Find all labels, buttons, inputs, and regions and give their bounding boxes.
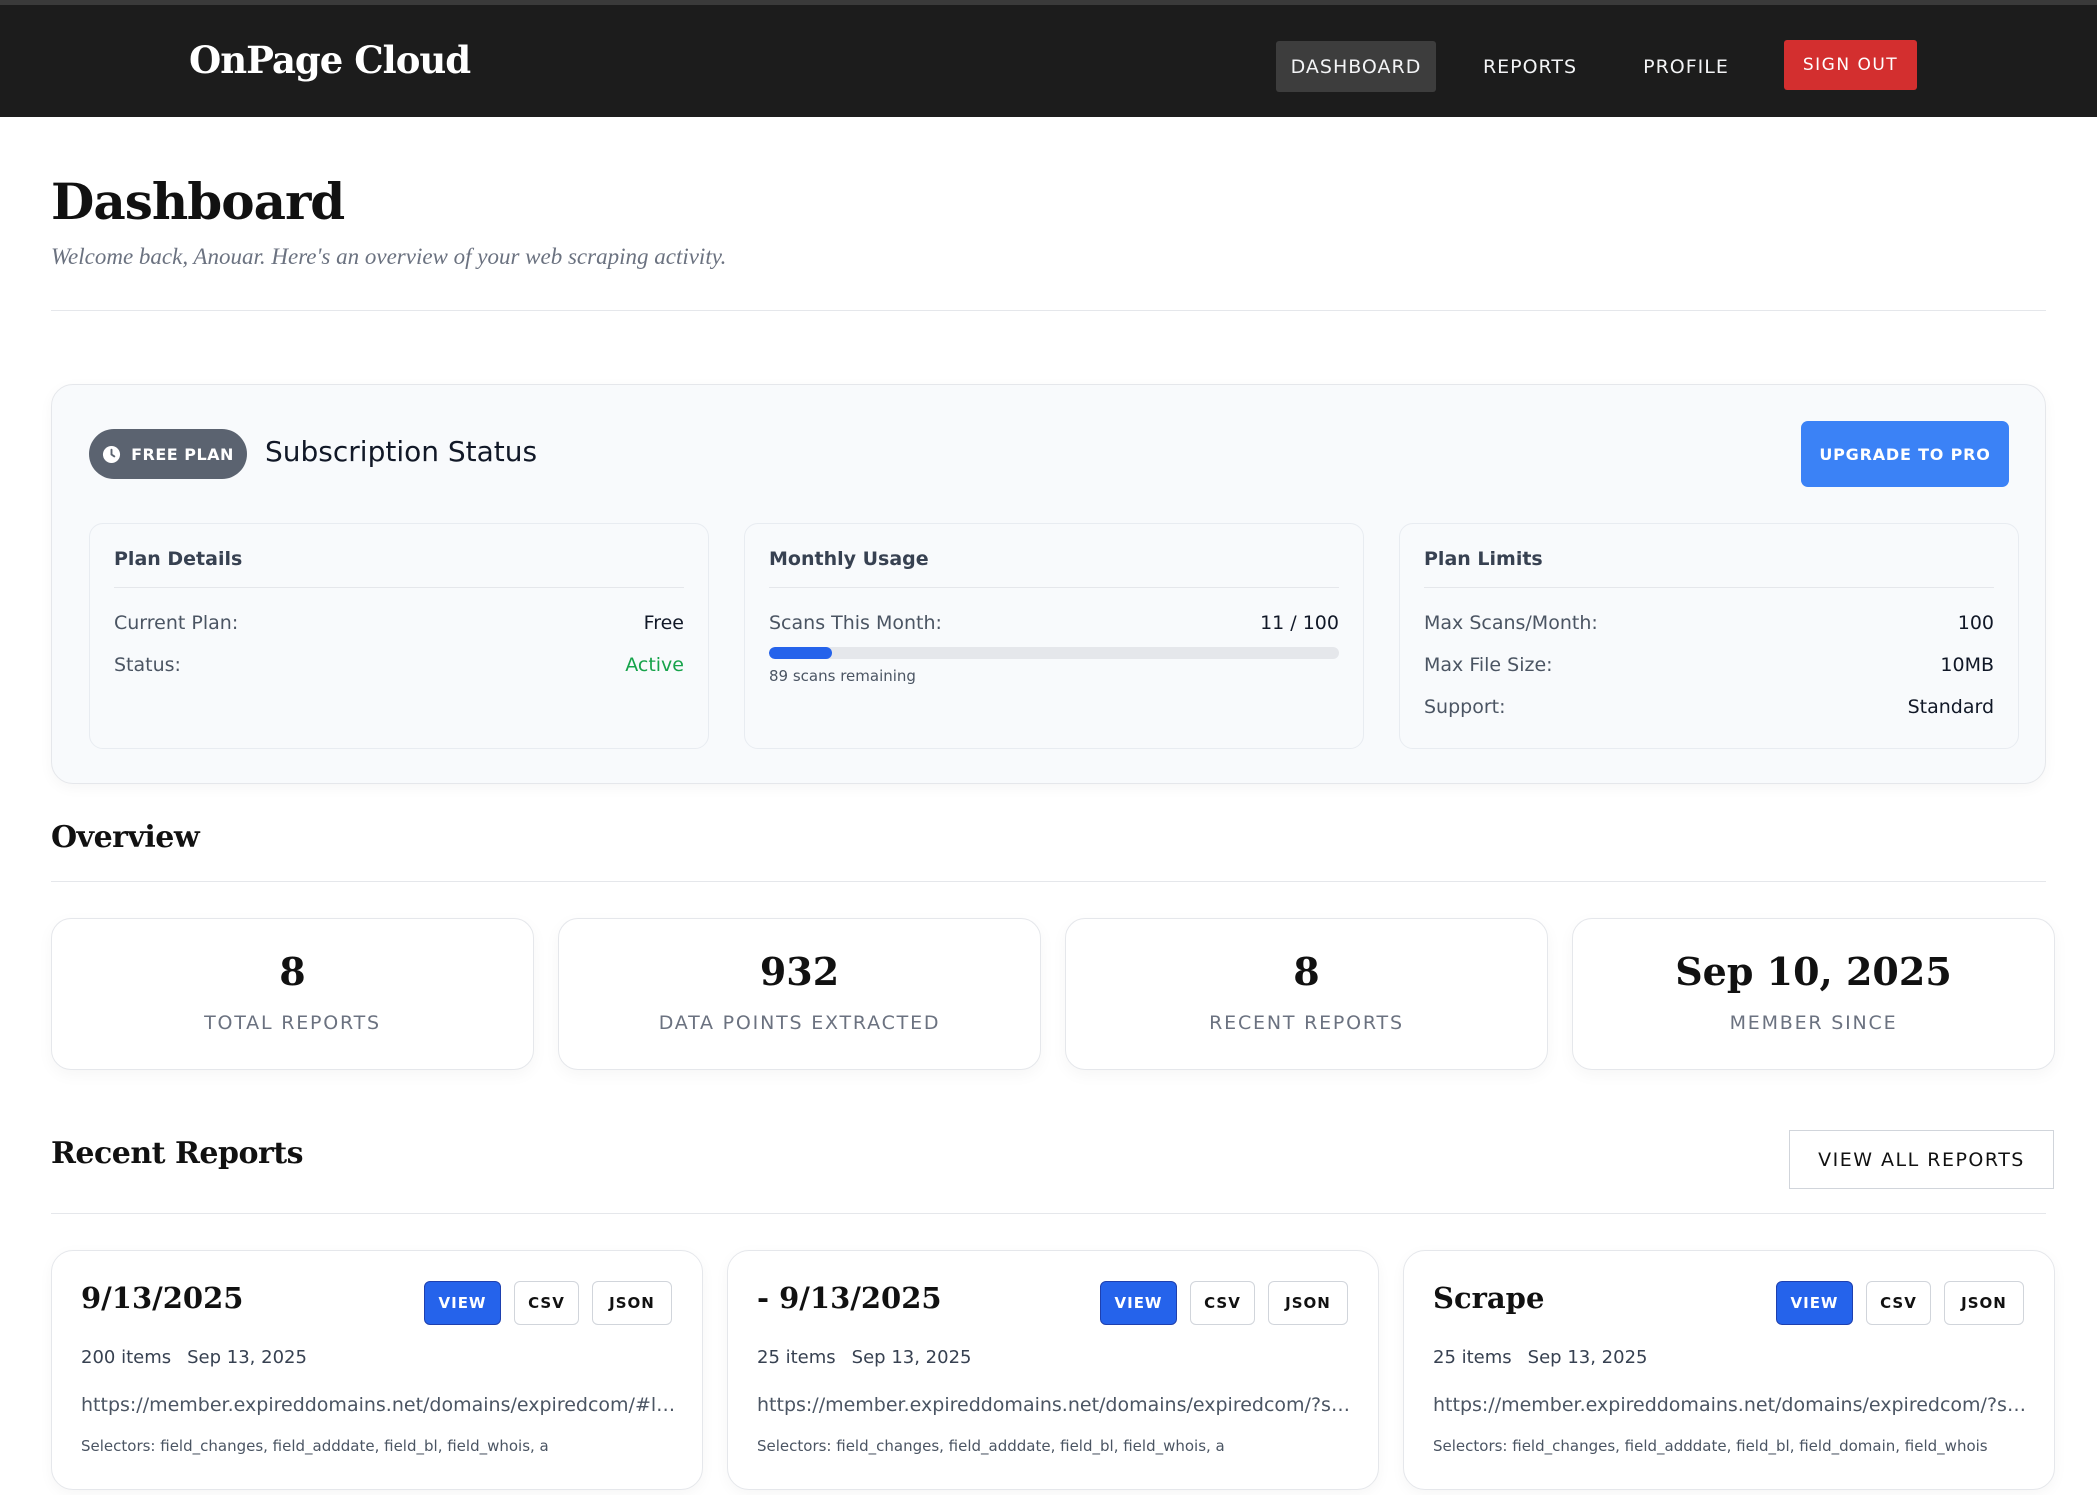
monthly-usage-heading: Monthly Usage [769, 548, 1339, 588]
csv-download-button[interactable]: CSV [1866, 1281, 1931, 1325]
subscription-card: FREE PLAN Subscription Status UPGRADE TO… [51, 384, 2046, 784]
max-scans-value: 100 [1957, 612, 1994, 634]
report-card: - 9/13/2025 VIEW CSV JSON 25 items Sep 13… [727, 1250, 1379, 1490]
upgrade-button[interactable]: UPGRADE TO PRO [1801, 421, 2009, 487]
support-value: Standard [1907, 696, 1994, 718]
usage-progress-fill [769, 647, 832, 659]
current-plan-label: Current Plan: [114, 612, 239, 634]
plan-limits-card: Plan Limits Max Scans/Month: 100 Max Fil… [1399, 523, 2019, 749]
plan-limits-heading: Plan Limits [1424, 548, 1994, 588]
view-all-reports-button[interactable]: VIEW ALL REPORTS [1789, 1130, 2054, 1189]
scans-remaining: 89 scans remaining [769, 667, 916, 685]
divider [51, 310, 2046, 311]
report-meta: 25 items Sep 13, 2025 [1433, 1347, 1647, 1368]
report-url[interactable]: https://member.expireddomains.net/domain… [1433, 1394, 2029, 1416]
stat-value: 8 [279, 949, 306, 994]
current-plan-value: Free [643, 612, 684, 634]
sign-out-button[interactable]: SIGN OUT [1784, 40, 1917, 90]
report-date: Sep 13, 2025 [1527, 1347, 1648, 1368]
support-row: Support: Standard [1424, 696, 1994, 718]
stat-label: MEMBER SINCE [1729, 1012, 1898, 1034]
stat-value: Sep 10, 2025 [1675, 949, 1952, 994]
current-plan-row: Current Plan: Free [114, 612, 684, 634]
nav-profile[interactable]: PROFILE [1630, 41, 1742, 92]
status-label: Status: [114, 654, 181, 676]
report-selectors: Selectors: field_changes, field_adddate,… [81, 1437, 549, 1455]
clock-icon [103, 445, 121, 463]
subscription-title: Subscription Status [265, 435, 538, 468]
stat-value: 932 [759, 949, 840, 994]
stat-data-points: 932 DATA POINTS EXTRACTED [558, 918, 1041, 1070]
json-download-button[interactable]: JSON [1268, 1281, 1348, 1325]
stat-label: TOTAL REPORTS [204, 1012, 381, 1034]
report-meta: 200 items Sep 13, 2025 [81, 1347, 307, 1368]
csv-download-button[interactable]: CSV [1190, 1281, 1255, 1325]
report-title: Scrape [1433, 1281, 1545, 1315]
view-report-button[interactable]: VIEW [1776, 1281, 1853, 1325]
nav-reports[interactable]: REPORTS [1468, 41, 1592, 92]
usage-progress-bar [769, 647, 1339, 659]
scans-value: 11 / 100 [1260, 612, 1339, 634]
max-file-row: Max File Size: 10MB [1424, 654, 1994, 676]
stat-label: RECENT REPORTS [1209, 1012, 1404, 1034]
page-subtitle: Welcome back, Anouar. Here's an overview… [51, 244, 727, 269]
report-items: 200 items [81, 1347, 172, 1368]
report-meta: 25 items Sep 13, 2025 [757, 1347, 971, 1368]
view-report-button[interactable]: VIEW [424, 1281, 501, 1325]
report-selectors: Selectors: field_changes, field_adddate,… [1433, 1437, 1988, 1455]
status-row: Status: Active [114, 654, 684, 676]
plan-badge-label: FREE PLAN [131, 444, 234, 464]
report-items: 25 items [757, 1347, 836, 1368]
report-title: 9/13/2025 [81, 1281, 244, 1315]
report-items: 25 items [1433, 1347, 1512, 1368]
stat-member-since: Sep 10, 2025 MEMBER SINCE [1572, 918, 2055, 1070]
nav-dashboard[interactable]: DASHBOARD [1276, 41, 1436, 92]
top-navbar: OnPage Cloud DASHBOARD REPORTS PROFILE S… [0, 0, 2097, 117]
report-date: Sep 13, 2025 [187, 1347, 307, 1368]
report-card: 9/13/2025 VIEW CSV JSON 200 items Sep 13,… [51, 1250, 703, 1490]
brand-logo[interactable]: OnPage Cloud [189, 38, 471, 82]
plan-details-card: Plan Details Current Plan: Free Status: … [89, 523, 709, 749]
recent-reports-title: Recent Reports [51, 1136, 304, 1171]
stat-total-reports: 8 TOTAL REPORTS [51, 918, 534, 1070]
json-download-button[interactable]: JSON [592, 1281, 672, 1325]
report-card: Scrape VIEW CSV JSON 25 items Sep 13, 202… [1403, 1250, 2055, 1490]
report-url[interactable]: https://member.expireddomains.net/domain… [757, 1394, 1353, 1416]
stat-label: DATA POINTS EXTRACTED [658, 1012, 941, 1034]
stat-recent-reports: 8 RECENT REPORTS [1065, 918, 1548, 1070]
max-file-label: Max File Size: [1424, 654, 1553, 676]
stat-value: 8 [1293, 949, 1320, 994]
report-url[interactable]: https://member.expireddomains.net/domain… [81, 1394, 677, 1416]
divider [51, 881, 2046, 882]
max-scans-label: Max Scans/Month: [1424, 612, 1598, 634]
status-value: Active [625, 654, 684, 676]
plan-details-heading: Plan Details [114, 548, 684, 588]
json-download-button[interactable]: JSON [1944, 1281, 2024, 1325]
report-title: - 9/13/2025 [757, 1281, 942, 1315]
scans-row: Scans This Month: 11 / 100 [769, 612, 1339, 634]
view-report-button[interactable]: VIEW [1100, 1281, 1177, 1325]
max-scans-row: Max Scans/Month: 100 [1424, 612, 1994, 634]
report-selectors: Selectors: field_changes, field_adddate,… [757, 1437, 1225, 1455]
max-file-value: 10MB [1940, 654, 1994, 676]
divider [51, 1213, 2046, 1214]
monthly-usage-card: Monthly Usage Scans This Month: 11 / 100… [744, 523, 1364, 749]
page-title: Dashboard [51, 172, 345, 231]
scans-label: Scans This Month: [769, 612, 942, 634]
csv-download-button[interactable]: CSV [514, 1281, 579, 1325]
report-date: Sep 13, 2025 [851, 1347, 972, 1368]
overview-title: Overview [51, 820, 200, 855]
support-label: Support: [1424, 696, 1506, 718]
plan-badge: FREE PLAN [89, 429, 247, 479]
